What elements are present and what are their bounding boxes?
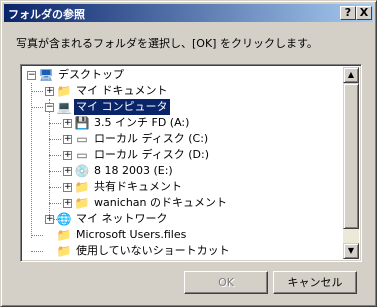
- tree-item-my-network[interactable]: + 🌐 マイ ネットワーク: [21, 211, 341, 227]
- expand-toggle[interactable]: +: [45, 87, 54, 96]
- tree-item-label: Microsoft Users.files: [76, 228, 187, 241]
- instruction-text: 写真が含まれるフォルダを選択し、[OK] をクリックします。: [16, 37, 318, 50]
- scroll-up-button[interactable]: ▲: [343, 67, 359, 83]
- scroll-down-button[interactable]: ▼: [343, 243, 359, 259]
- expand-toggle[interactable]: +: [63, 199, 72, 208]
- tree-item-microsoft-users[interactable]: 📁 Microsoft Users.files: [21, 227, 341, 243]
- tree-item-label: ローカル ディスク (D:): [94, 148, 209, 161]
- tree-item-unused-shortcuts[interactable]: 📁 使用していないショートカット: [21, 243, 341, 259]
- cd-drive-icon: 💿: [74, 164, 90, 178]
- floppy-drive-icon: 💾: [74, 116, 90, 130]
- close-button[interactable]: X: [356, 6, 372, 20]
- hard-disk-icon: ▭: [76, 132, 88, 146]
- my-computer-icon: 💻: [56, 100, 72, 114]
- folder-icon: 📁: [74, 196, 90, 210]
- network-icon: 🌐: [56, 212, 72, 226]
- tree-item-floppy[interactable]: + 💾 3.5 インチ FD (A:): [21, 115, 341, 131]
- tree-item-user-documents[interactable]: + 📁 wanichan のドキュメント: [21, 195, 341, 211]
- tree-item-label: マイ コンピュータ: [73, 98, 171, 116]
- tree-item-label: 8 18 2003 (E:): [94, 164, 173, 177]
- tree-item-label: マイ ドキュメント: [76, 84, 168, 97]
- tree-item-label: デスクトップ: [58, 68, 124, 81]
- tree-item-my-documents[interactable]: + 📁 マイ ドキュメント: [21, 83, 341, 99]
- tree-item-drive-d[interactable]: + ▭ ローカル ディスク (D:): [21, 147, 341, 163]
- help-button[interactable]: ?: [340, 6, 356, 20]
- scroll-thumb[interactable]: [343, 83, 359, 229]
- tree-item-label: wanichan のドキュメント: [94, 196, 227, 209]
- expand-toggle[interactable]: +: [63, 167, 72, 176]
- folder-tree[interactable]: − 🖥 デスクトップ + 📁 マイ ドキュメント − 💻 マイ コンピュータ +…: [20, 64, 362, 262]
- cancel-button[interactable]: キャンセル: [273, 271, 357, 294]
- tree-item-drive-e[interactable]: + 💿 8 18 2003 (E:): [21, 163, 341, 179]
- collapse-toggle[interactable]: −: [27, 71, 36, 80]
- folder-icon: 📁: [56, 228, 72, 242]
- expand-toggle[interactable]: +: [63, 119, 72, 128]
- collapse-toggle[interactable]: −: [45, 103, 54, 112]
- expand-toggle[interactable]: +: [63, 135, 72, 144]
- expand-toggle[interactable]: +: [45, 215, 54, 224]
- desktop-icon: 🖥: [38, 68, 54, 82]
- folder-icon: 📁: [56, 244, 72, 258]
- tree-item-label: 3.5 インチ FD (A:): [94, 116, 190, 129]
- tree-item-label: 共有ドキュメント: [94, 180, 182, 193]
- folder-icon: 📁: [74, 180, 90, 194]
- tree-item-label: ローカル ディスク (C:): [94, 132, 209, 145]
- tree-item-shared-documents[interactable]: + 📁 共有ドキュメント: [21, 179, 341, 195]
- tree-item-label: マイ ネットワーク: [76, 212, 168, 225]
- tree-item-desktop[interactable]: − 🖥 デスクトップ: [21, 67, 341, 83]
- hard-disk-icon: ▭: [76, 148, 88, 162]
- my-documents-icon: 📁: [56, 84, 72, 98]
- tree-item-label: 使用していないショートカット: [76, 244, 230, 257]
- expand-toggle[interactable]: +: [63, 183, 72, 192]
- tree-item-my-computer[interactable]: − 💻 マイ コンピュータ: [21, 98, 341, 116]
- expand-toggle[interactable]: +: [63, 151, 72, 160]
- vertical-scrollbar[interactable]: ▲ ▼: [343, 67, 359, 259]
- browse-folder-dialog: フォルダの参照 ? X 写真が含まれるフォルダを選択し、[OK] をクリックしま…: [0, 0, 377, 307]
- title-bar[interactable]: フォルダの参照 ? X: [4, 4, 373, 22]
- window-title: フォルダの参照: [8, 8, 85, 21]
- ok-button[interactable]: OK: [184, 271, 268, 294]
- tree-item-drive-c[interactable]: + ▭ ローカル ディスク (C:): [21, 131, 341, 147]
